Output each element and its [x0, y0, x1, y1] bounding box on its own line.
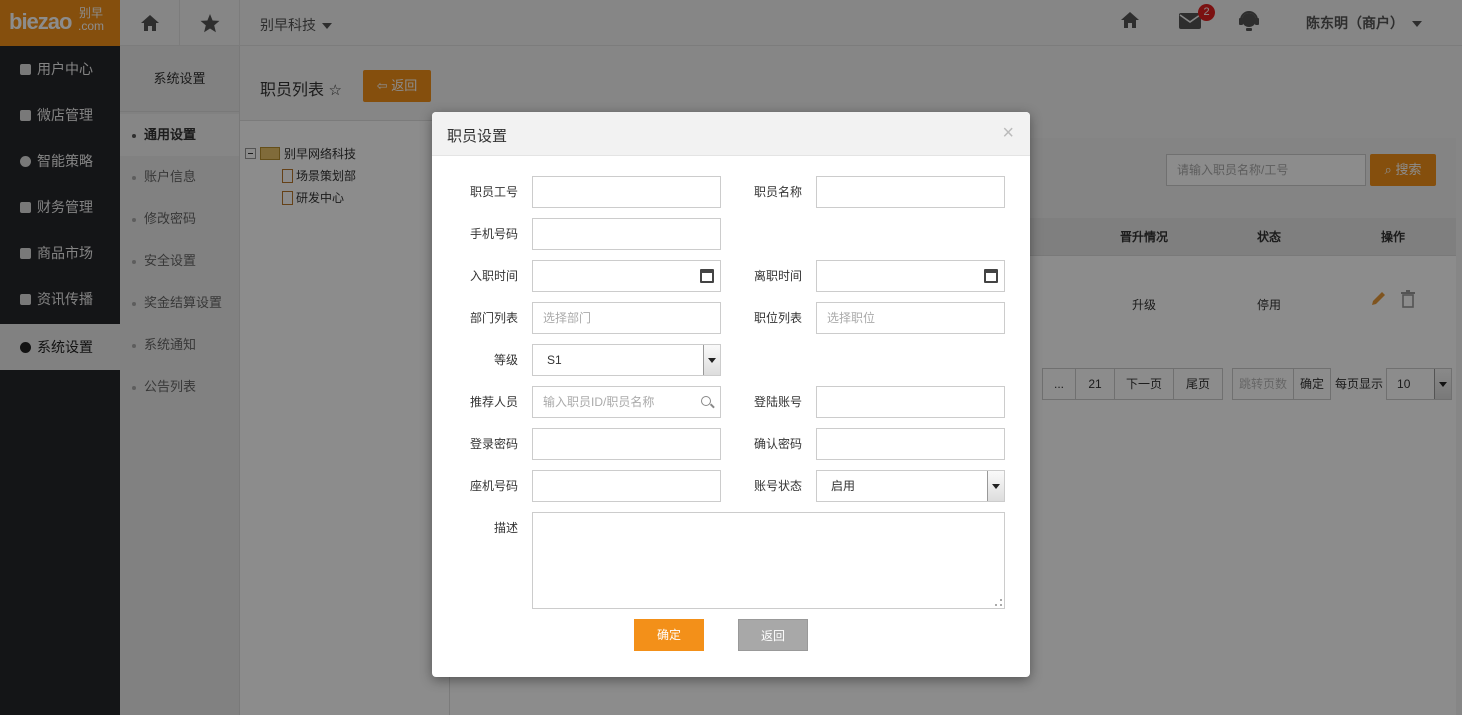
label-dept: 部门列表: [469, 311, 518, 325]
confirm-button[interactable]: 确定: [634, 619, 704, 651]
chevron-down-icon: [987, 471, 1004, 501]
confirm-password-input[interactable]: [816, 428, 1005, 460]
account-status-select[interactable]: 启用: [816, 470, 1005, 502]
join-date-input[interactable]: [532, 260, 721, 292]
level-select[interactable]: S1: [532, 344, 721, 376]
label-leave-date: 离职时间: [753, 269, 802, 283]
referrer-input[interactable]: 输入职员ID/职员名称: [532, 386, 721, 418]
position-select[interactable]: 选择职位: [816, 302, 1005, 334]
calendar-icon[interactable]: [984, 269, 998, 283]
chevron-down-icon: [703, 345, 720, 375]
label-level: 等级: [493, 353, 518, 367]
label-emp-no: 职员工号: [469, 185, 518, 199]
dialog-title: 职员设置: [447, 128, 508, 145]
label-login-account: 登陆账号: [753, 395, 802, 409]
leave-date-input[interactable]: [816, 260, 1005, 292]
login-password-input[interactable]: [532, 428, 721, 460]
calendar-icon[interactable]: [700, 269, 714, 283]
label-emp-name: 职员名称: [753, 185, 802, 199]
login-account-input[interactable]: [816, 386, 1005, 418]
staff-settings-dialog: 职员设置 × 职员工号 职员名称 手机号码 入职时间 离职时间 部门列表 选择部…: [432, 112, 1030, 677]
emp-no-input[interactable]: [532, 176, 721, 208]
label-referrer: 推荐人员: [469, 395, 518, 409]
description-textarea[interactable]: [532, 512, 1005, 609]
phone-input[interactable]: [532, 218, 721, 250]
label-position: 职位列表: [753, 311, 802, 325]
label-landline: 座机号码: [469, 479, 518, 493]
search-icon[interactable]: [701, 396, 711, 406]
label-description: 描述: [493, 521, 518, 535]
label-phone: 手机号码: [469, 227, 518, 241]
label-join-date: 入职时间: [469, 269, 518, 283]
landline-input[interactable]: [532, 470, 721, 502]
dept-select[interactable]: 选择部门: [532, 302, 721, 334]
back-button[interactable]: 返回: [738, 619, 808, 651]
close-icon[interactable]: ×: [1002, 123, 1014, 143]
dialog-header: 职员设置 ×: [432, 112, 1030, 156]
emp-name-input[interactable]: [816, 176, 1005, 208]
resize-handle[interactable]: [995, 599, 1002, 606]
label-login-password: 登录密码: [469, 437, 518, 451]
label-account-status: 账号状态: [753, 479, 802, 493]
label-confirm-password: 确认密码: [753, 437, 802, 451]
